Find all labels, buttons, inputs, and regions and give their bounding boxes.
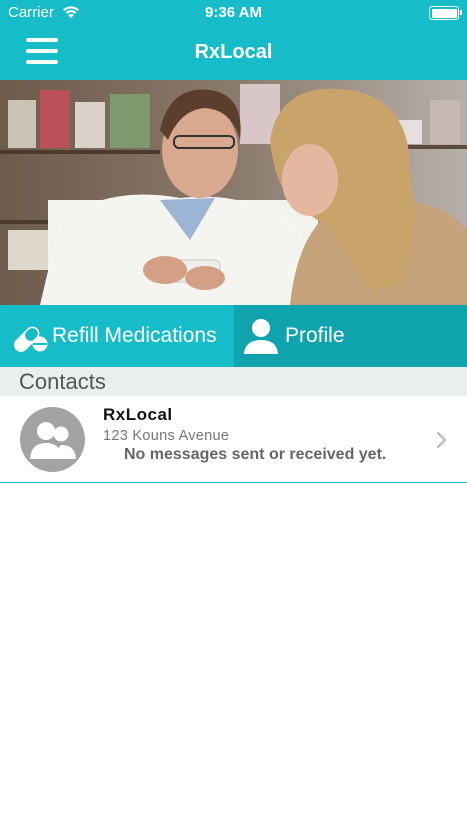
action-bar: Refill Medications Profile [0,305,467,367]
pharmacist-photo [0,80,467,305]
contact-last-message: No messages sent or received yet. [124,446,387,463]
group-avatar-icon [20,407,85,472]
refill-medications-label: Refill Medications [52,324,217,347]
nav-bar: RxLocal [0,26,467,80]
profile-label: Profile [285,324,345,347]
person-icon [244,319,278,354]
contact-name: RxLocal [103,405,173,424]
status-bar: Carrier 9:36 AM [0,0,467,26]
contacts-header: Contacts [0,367,467,396]
profile-button[interactable]: Profile [234,305,467,367]
refill-medications-button[interactable]: Refill Medications [0,305,234,367]
chevron-right-icon [436,431,447,449]
pill-capsule-icon [14,326,48,352]
clock: 9:36 AM [205,4,262,21]
battery-icon [429,6,462,20]
hero-image [0,80,467,305]
contacts-header-label: Contacts [19,369,106,394]
contact-address: 123 Kouns Avenue [103,428,230,444]
app-title: RxLocal [194,41,273,63]
contact-row[interactable]: RxLocal 123 Kouns Avenue No messages sen… [0,396,467,483]
